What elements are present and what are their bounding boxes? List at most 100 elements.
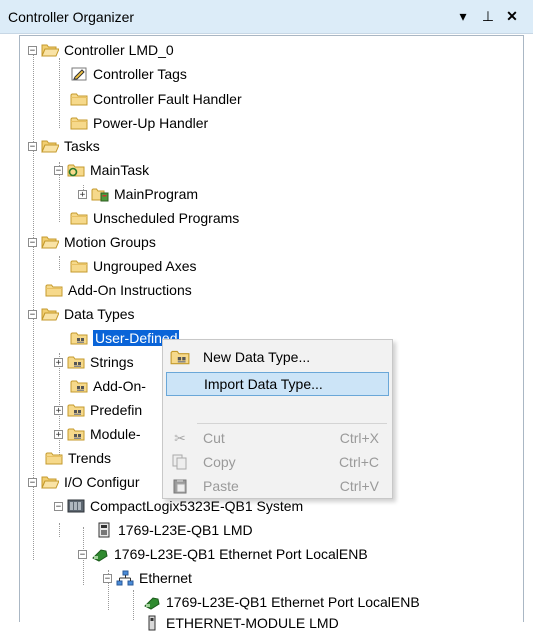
tree-node-ethernet-module[interactable]: ETHERNET-MODULE LMD [143, 612, 339, 634]
tree-node-label: Ethernet [139, 570, 192, 586]
collapse-icon[interactable]: − [78, 549, 87, 559]
tree-node-label: Data Types [64, 306, 135, 322]
tree-node-label: Power-Up Handler [93, 115, 209, 131]
tree-node-label: Controller Tags [93, 66, 187, 82]
tree-node-fault-handler[interactable]: Controller Fault Handler [70, 88, 242, 110]
expand-icon[interactable]: + [54, 429, 63, 439]
collapse-icon[interactable]: − [28, 309, 37, 319]
menu-item-cut[interactable]: ✂ Cut Ctrl+X [166, 426, 389, 450]
tree-node-tasks[interactable]: − Tasks [28, 135, 100, 157]
tree-node-unscheduled[interactable]: Unscheduled Programs [70, 207, 239, 229]
menu-item-label: Paste [203, 478, 239, 494]
tree-node-trends[interactable]: Trends [45, 447, 111, 469]
tree-node-label: 1769-L23E-QB1 LMD [118, 522, 253, 538]
menu-item-paste[interactable]: Paste Ctrl+V [166, 474, 389, 498]
data-folder-icon [70, 378, 88, 394]
collapse-icon[interactable]: − [54, 501, 63, 511]
shortcut-label: Ctrl+V [339, 478, 379, 494]
menu-item-copy[interactable]: Copy Ctrl+C [166, 450, 389, 474]
folder-icon [70, 91, 88, 107]
ethernet-module-icon [143, 615, 161, 631]
copy-icon [170, 453, 190, 471]
menu-item-label: Copy [203, 454, 236, 470]
tree-node-label: Predefin [90, 402, 143, 418]
ethernet-port-icon [143, 594, 161, 610]
context-menu: New Data Type... Import Data Type... ✂ C… [162, 339, 393, 499]
tree-node-ethernet[interactable]: − Ethernet [103, 567, 192, 589]
tree-node-label: 1769-L23E-QB1 Ethernet Port LocalENB [166, 594, 420, 610]
tags-icon [70, 66, 88, 82]
tree-node-label: Unscheduled Programs [93, 210, 240, 226]
tree-node-ungrouped-axes[interactable]: Ungrouped Axes [70, 255, 197, 277]
tree-node-ethernet-port-child[interactable]: 1769-L23E-QB1 Ethernet Port LocalENB [143, 591, 420, 613]
data-folder-icon [67, 354, 85, 370]
tree-node-ethernet-port[interactable]: − 1769-L23E-QB1 Ethernet Port LocalENB [78, 543, 368, 565]
tree-node-label: I/O Configur [64, 474, 140, 490]
tree-node-main-program[interactable]: + MainProgram [78, 183, 198, 205]
tree-node-module-defined[interactable]: + Module- [54, 423, 141, 445]
collapse-icon[interactable]: − [28, 477, 37, 487]
menu-item-label: Import Data Type... [204, 376, 323, 392]
tree-node-label: Strings [90, 354, 134, 370]
tree-node-label: Trends [68, 450, 112, 466]
collapse-icon[interactable]: − [28, 45, 37, 55]
folder-icon [45, 450, 63, 466]
tree-node-motion-groups[interactable]: − Motion Groups [28, 231, 156, 253]
menu-item-label: New Data Type... [203, 349, 311, 365]
collapse-icon[interactable]: − [28, 237, 37, 247]
blank-icon [171, 375, 191, 393]
tree-node-label: Add-On- [93, 378, 146, 394]
menu-item-new-data-type[interactable]: New Data Type... [166, 345, 389, 369]
expand-icon[interactable]: + [54, 405, 63, 415]
tree-node-label: Module- [90, 426, 141, 442]
collapse-icon[interactable]: − [54, 165, 63, 175]
chassis-icon [67, 498, 85, 514]
tree-node-label: CompactLogix5323E-QB1 System [90, 498, 304, 514]
tree-node-label: Add-On Instructions [68, 282, 192, 298]
tree-node-strings[interactable]: + Strings [54, 351, 134, 373]
folder-icon [70, 210, 88, 226]
expand-icon[interactable]: + [78, 189, 87, 199]
menu-item-label: Cut [203, 430, 225, 446]
tree-node-addon-defined[interactable]: Add-On- [70, 375, 146, 397]
tree-node-powerup-handler[interactable]: Power-Up Handler [70, 112, 208, 134]
shortcut-label: Ctrl+X [339, 430, 379, 446]
tree-node-addon-instructions[interactable]: Add-On Instructions [45, 279, 192, 301]
tree-node-label: Motion Groups [64, 234, 156, 250]
folder-open-icon [41, 42, 59, 58]
tree-node-label: Ungrouped Axes [93, 258, 197, 274]
tree-node-main-task[interactable]: − MainTask [54, 159, 149, 181]
folder-open-icon [41, 306, 59, 322]
data-folder-icon [70, 330, 88, 346]
expand-icon[interactable]: + [54, 357, 63, 367]
folder-open-icon [41, 234, 59, 250]
program-icon [91, 186, 109, 202]
tree-node-io-config[interactable]: − I/O Configur [28, 471, 139, 493]
tree-node-label: Controller LMD_0 [64, 42, 174, 58]
data-folder-icon [67, 426, 85, 442]
new-data-type-icon [170, 348, 190, 366]
tree-node-data-types[interactable]: − Data Types [28, 303, 135, 325]
folder-icon [70, 258, 88, 274]
menu-item-import-data-type[interactable]: Import Data Type... [166, 372, 389, 396]
ethernet-port-icon [91, 546, 109, 562]
collapse-icon[interactable]: − [103, 573, 112, 583]
collapse-icon[interactable]: − [28, 141, 37, 151]
tree-node-lmd[interactable]: 1769-L23E-QB1 LMD [95, 519, 253, 541]
tree-node-label: MainTask [90, 162, 150, 178]
folder-icon [45, 282, 63, 298]
module-icon [95, 522, 113, 538]
tree-node-label: Controller Fault Handler [93, 91, 242, 107]
tree-node-predefined[interactable]: + Predefin [54, 399, 142, 421]
tree-node-controller-tags[interactable]: Controller Tags [70, 63, 187, 85]
tree-node-label: Tasks [64, 138, 100, 154]
folder-open-icon [41, 474, 59, 490]
controller-tree: − Controller LMD_0 Controller Tags Contr… [0, 0, 533, 631]
menu-separator [197, 423, 387, 424]
scissors-icon: ✂ [174, 429, 186, 446]
shortcut-label: Ctrl+C [338, 454, 379, 470]
tree-node-label: ETHERNET-MODULE LMD [166, 615, 339, 631]
network-icon [116, 570, 134, 586]
folder-icon [70, 115, 88, 131]
tree-node-controller[interactable]: − Controller LMD_0 [28, 39, 174, 61]
